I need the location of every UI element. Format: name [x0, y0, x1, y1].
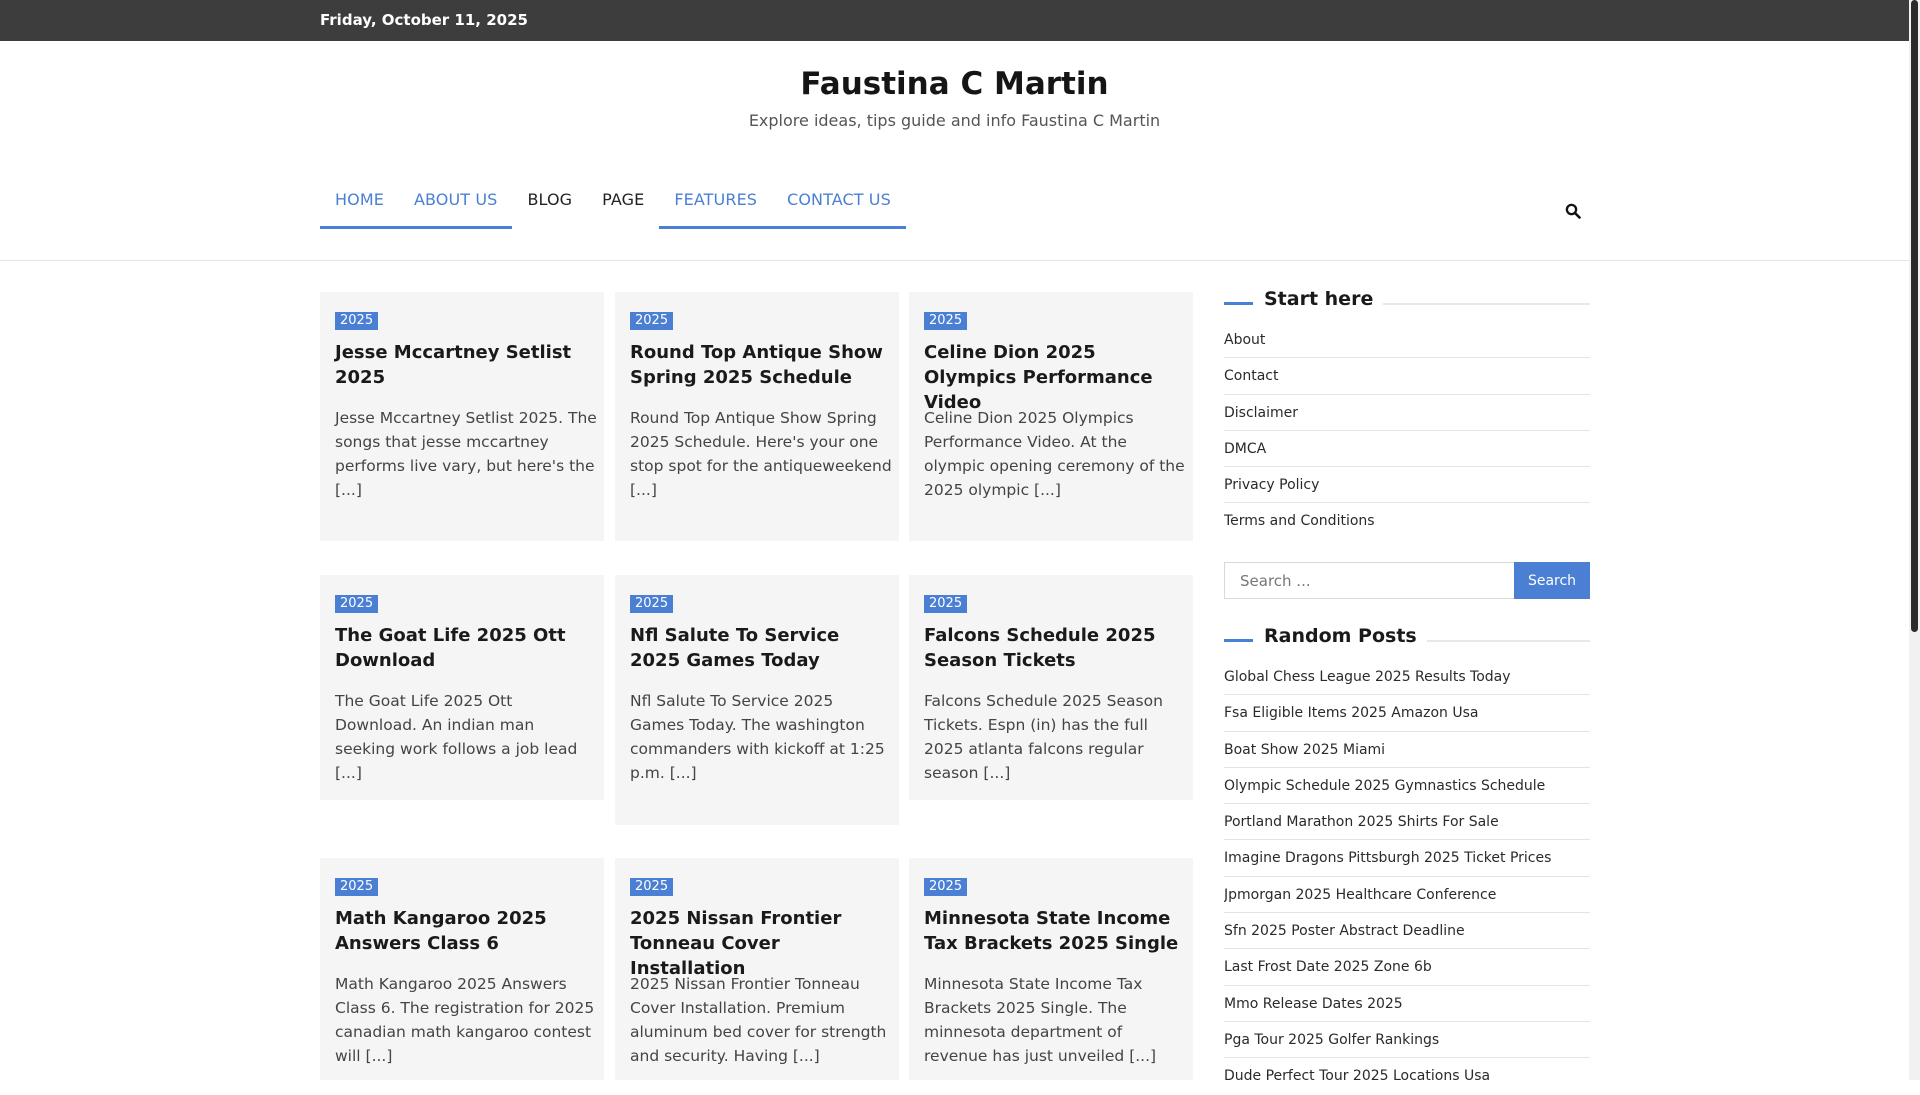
post-card: 2025 Minnesota State Income Tax Brackets… [909, 858, 1193, 1080]
nav-item-about-us[interactable]: ABOUT US [398, 180, 513, 229]
post-title[interactable]: 2025 Nissan Frontier Tonneau Cover Insta… [630, 906, 888, 981]
post-card: 2025 Math Kangaroo 2025 Answers Class 6 … [320, 858, 604, 1080]
post-excerpt: Round Top Antique Show Spring 2025 Sched… [630, 409, 892, 499]
post-excerpt: 2025 Nissan Frontier Tonneau Cover Insta… [630, 975, 887, 1065]
post-card: 2025 Jesse Mccartney Setlist 2025 Jesse … [320, 292, 604, 541]
category-badge[interactable]: 2025 [630, 595, 674, 613]
start-here-list: About Contact Disclaimer DMCA Privacy Po… [1224, 322, 1590, 540]
site-title[interactable]: Faustina C Martin [0, 66, 1909, 102]
post-card: 2025 2025 Nissan Frontier Tonneau Cover … [615, 858, 899, 1080]
main-nav: HOME ABOUT US BLOG PAGE FEATURES CONTACT… [320, 180, 906, 229]
widget-title-label: Random Posts [1264, 625, 1427, 647]
post-title[interactable]: Nfl Salute To Service 2025 Games Today [630, 623, 888, 673]
random-post-link[interactable]: Olympic Schedule 2025 Gymnastics Schedul… [1224, 768, 1590, 805]
nav-item-blog[interactable]: BLOG [512, 180, 587, 229]
category-badge[interactable]: 2025 [630, 878, 674, 896]
post-excerpt: Math Kangaroo 2025 Answers Class 6. The … [335, 975, 595, 1065]
random-post-link[interactable]: Portland Marathon 2025 Shirts For Sale [1224, 804, 1590, 841]
category-badge[interactable]: 2025 [335, 312, 379, 330]
scrollbar-thumb[interactable] [1911, 0, 1918, 632]
widget-title-accent [1224, 639, 1253, 642]
widget-title-accent [1224, 302, 1253, 305]
random-post-link[interactable]: Sfn 2025 Poster Abstract Deadline [1224, 913, 1590, 950]
post-title[interactable]: Minnesota State Income Tax Brackets 2025… [924, 906, 1182, 956]
post-excerpt: The Goat Life 2025 Ott Download. An indi… [335, 692, 578, 782]
post-title[interactable]: The Goat Life 2025 Ott Download [335, 623, 593, 673]
random-post-link[interactable]: Last Frost Date 2025 Zone 6b [1224, 949, 1590, 986]
search-input[interactable] [1224, 562, 1515, 599]
nav-item-home[interactable]: HOME [320, 180, 399, 229]
sidebar-link-about[interactable]: About [1224, 322, 1590, 359]
post-excerpt: Falcons Schedule 2025 Season Tickets. Es… [924, 692, 1163, 782]
category-badge[interactable]: 2025 [924, 878, 968, 896]
nav-item-features[interactable]: FEATURES [659, 180, 773, 229]
sidebar-link-terms[interactable]: Terms and Conditions [1224, 503, 1590, 539]
sidebar-link-disclaimer[interactable]: Disclaimer [1224, 395, 1590, 431]
search-icon [1565, 203, 1581, 219]
sidebar-link-dmca[interactable]: DMCA [1224, 431, 1590, 468]
random-posts-list: Global Chess League 2025 Results Today F… [1224, 659, 1590, 1095]
sidebar-link-contact[interactable]: Contact [1224, 358, 1590, 395]
post-card: 2025 Round Top Antique Show Spring 2025 … [615, 292, 899, 541]
random-post-link[interactable]: Fsa Eligible Items 2025 Amazon Usa [1224, 695, 1590, 732]
category-badge[interactable]: 2025 [924, 595, 968, 613]
category-badge[interactable]: 2025 [335, 878, 379, 896]
random-post-link[interactable]: Dude Perfect Tour 2025 Locations Usa [1224, 1058, 1590, 1094]
category-badge[interactable]: 2025 [924, 312, 968, 330]
sidebar-link-privacy-policy[interactable]: Privacy Policy [1224, 467, 1590, 504]
post-excerpt: Jesse Mccartney Setlist 2025. The songs … [335, 409, 597, 499]
random-post-link[interactable]: Boat Show 2025 Miami [1224, 732, 1590, 768]
search-button[interactable]: Search [1514, 562, 1590, 599]
post-card: 2025 The Goat Life 2025 Ott Download The… [320, 575, 604, 800]
random-post-link[interactable]: Global Chess League 2025 Results Today [1224, 659, 1590, 696]
random-post-link[interactable]: Pga Tour 2025 Golfer Rankings [1224, 1022, 1590, 1059]
post-card: 2025 Nfl Salute To Service 2025 Games To… [615, 575, 899, 825]
random-post-link[interactable]: Jpmorgan 2025 Healthcare Conference [1224, 877, 1590, 914]
post-title[interactable]: Math Kangaroo 2025 Answers Class 6 [335, 906, 593, 956]
nav-item-contact-us[interactable]: CONTACT US [772, 180, 906, 229]
start-here-widget-title: Start here [1224, 288, 1590, 318]
random-post-link[interactable]: Mmo Release Dates 2025 [1224, 986, 1590, 1022]
post-title[interactable]: Jesse Mccartney Setlist 2025 [335, 340, 593, 390]
header-divider [0, 260, 1909, 261]
random-post-link[interactable]: Imagine Dragons Pittsburgh 2025 Ticket P… [1224, 840, 1590, 877]
top-bar: Friday, October 11, 2025 [0, 0, 1909, 41]
sidebar-search-form: Search [1224, 562, 1590, 599]
post-card: 2025 Celine Dion 2025 Olympics Performan… [909, 292, 1193, 541]
nav-item-page[interactable]: PAGE [587, 180, 659, 229]
widget-title-label: Start here [1264, 288, 1384, 310]
post-title[interactable]: Celine Dion 2025 Olympics Performance Vi… [924, 340, 1182, 415]
post-title[interactable]: Round Top Antique Show Spring 2025 Sched… [630, 340, 888, 390]
category-badge[interactable]: 2025 [630, 312, 674, 330]
random-posts-widget-title: Random Posts [1224, 625, 1590, 655]
current-date: Friday, October 11, 2025 [320, 11, 528, 29]
category-badge[interactable]: 2025 [335, 595, 379, 613]
post-excerpt: Celine Dion 2025 Olympics Performance Vi… [924, 409, 1185, 499]
post-excerpt: Minnesota State Income Tax Brackets 2025… [924, 975, 1157, 1065]
site-tagline: Explore ideas, tips guide and info Faust… [748, 111, 1161, 130]
post-excerpt: Nfl Salute To Service 2025 Games Today. … [630, 692, 885, 782]
post-title[interactable]: Falcons Schedule 2025 Season Tickets [924, 623, 1182, 673]
post-card: 2025 Falcons Schedule 2025 Season Ticket… [909, 575, 1193, 800]
search-toggle-button[interactable] [1565, 203, 1585, 223]
